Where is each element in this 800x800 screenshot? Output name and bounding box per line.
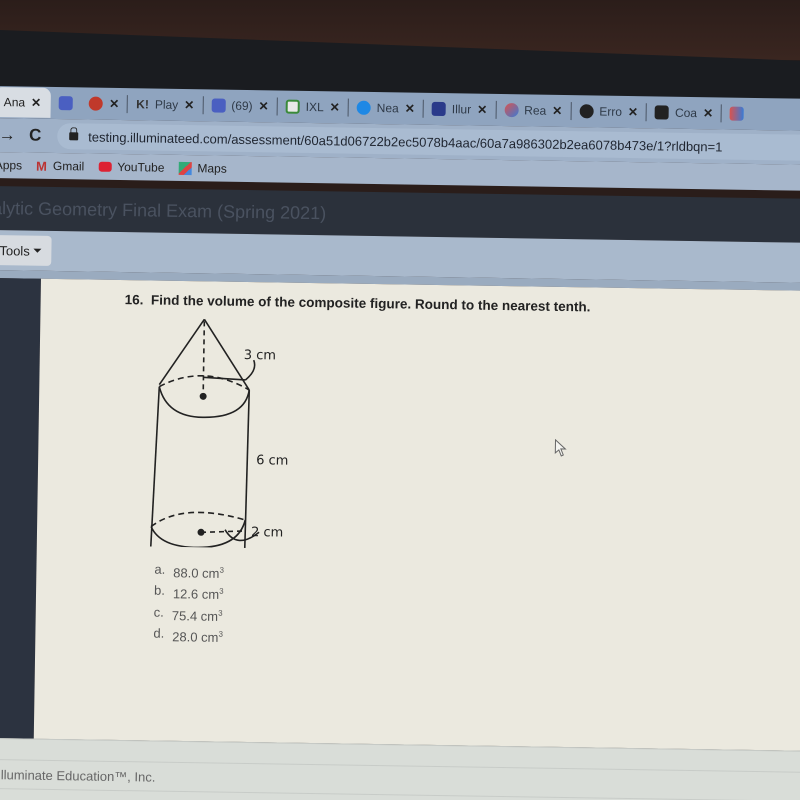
choice-value: 75.4 cm	[171, 607, 219, 624]
choice-value: 12.6 cm	[172, 586, 220, 603]
tab-classroom[interactable]: Coa ✕	[647, 97, 722, 128]
teams-icon	[211, 98, 226, 113]
top-center-dot	[199, 392, 207, 400]
close-tab-icon[interactable]: ✕	[703, 106, 713, 120]
teams-icon	[59, 96, 74, 111]
classroom-icon	[654, 105, 670, 120]
height-label: 6 cm	[256, 453, 288, 469]
tab-extra[interactable]	[722, 98, 752, 128]
browser-window: Ana ✕ ✕ K! Play ✕ (69) ✕ IXL ✕ Nea ✕ Ill…	[0, 86, 800, 800]
tab-label: Illur	[451, 102, 472, 117]
cubic-exponent: 3	[218, 629, 224, 639]
ixl-icon	[285, 99, 300, 114]
close-tab-icon[interactable]: ✕	[259, 99, 269, 113]
tab-illuminate[interactable]: Illur ✕	[424, 94, 496, 125]
choice-value: 88.0 cm	[173, 565, 220, 581]
question-number: 16.	[124, 292, 144, 308]
illuminate-icon	[431, 101, 446, 117]
kahoot-icon: K!	[136, 97, 149, 112]
tools-dropdown[interactable]: Tools	[0, 234, 53, 266]
tab-label: Play	[154, 97, 179, 112]
caret-down-icon	[33, 248, 42, 253]
cylinder-right-edge	[243, 390, 251, 549]
tab-label: Nea	[376, 101, 399, 116]
tab-ana[interactable]: Ana ✕	[0, 86, 52, 118]
choice-d[interactable]: d. 28.0 cm3	[153, 625, 223, 647]
tab-label: IXL	[305, 99, 324, 115]
question-text: Find the volume of the composite figure.…	[150, 292, 591, 315]
nearpod-icon	[356, 100, 371, 115]
tab-label: (69)	[231, 98, 253, 114]
close-tab-icon[interactable]: ✕	[31, 96, 41, 110]
bookmark-label: Gmail	[52, 158, 85, 174]
top-radius-tick	[203, 376, 246, 381]
tab-red[interactable]: ✕	[81, 88, 128, 119]
choice-b[interactable]: b. 12.6 cm3	[154, 582, 224, 604]
bottom-back-ellipse	[150, 511, 246, 528]
choice-c[interactable]: c. 75.4 cm3	[154, 603, 224, 625]
url-text: testing.illuminateed.com/assessment/60a5…	[88, 128, 723, 154]
cone-height-line	[202, 321, 206, 396]
photo-of-screen: Ana ✕ ✕ K! Play ✕ (69) ✕ IXL ✕ Nea ✕ Ill…	[0, 0, 800, 800]
tab-teams-69[interactable]: (69) ✕	[203, 90, 277, 121]
close-tab-icon[interactable]: ✕	[628, 105, 638, 119]
tab-read[interactable]: Rea ✕	[496, 95, 571, 126]
reload-button[interactable]: C	[21, 125, 49, 145]
footer-bar: Illuminate Education™, Inc.	[0, 758, 800, 800]
close-tab-icon[interactable]: ✕	[405, 101, 415, 115]
tab-teams[interactable]	[51, 88, 81, 118]
maps-icon	[178, 161, 192, 175]
read-icon	[504, 103, 519, 118]
gmail-icon: M	[35, 158, 48, 174]
close-tab-icon[interactable]: ✕	[184, 98, 194, 112]
red-circle-icon	[89, 96, 104, 111]
cubic-exponent: 3	[218, 608, 223, 618]
tab-label: Ana	[3, 95, 26, 110]
question-panel: 16. Find the volume of the composite fig…	[33, 278, 800, 751]
tab-kahoot[interactable]: K! Play ✕	[128, 89, 203, 120]
tab-label: Erro	[599, 104, 623, 119]
tab-nearpod[interactable]: Nea ✕	[349, 93, 424, 124]
choice-letter: d.	[153, 625, 165, 641]
bookmark-label: Apps	[0, 158, 23, 173]
forward-button[interactable]: →	[0, 125, 21, 145]
tab-label: Rea	[524, 103, 547, 118]
exam-title: alytic Geometry Final Exam (Spring 2021)	[0, 197, 327, 224]
globe-icon	[579, 104, 594, 119]
cubic-exponent: 3	[219, 586, 224, 596]
top-front-ellipse	[158, 386, 251, 419]
radius-label: 2 cm	[251, 525, 283, 541]
close-tab-icon[interactable]: ✕	[109, 97, 119, 111]
bookmark-maps[interactable]: Maps	[178, 161, 227, 176]
tools-label: Tools	[0, 242, 30, 259]
lock-icon	[69, 132, 79, 141]
tab-label: Coa	[674, 105, 698, 121]
close-tab-icon[interactable]: ✕	[330, 100, 340, 114]
footer-copyright: Illuminate Education™, Inc.	[0, 766, 156, 785]
tab-error[interactable]: Erro ✕	[571, 96, 646, 127]
bottom-center-dot	[197, 528, 205, 536]
choice-value: 28.0 cm	[172, 629, 219, 645]
question-prompt: 16. Find the volume of the composite fig…	[125, 292, 591, 314]
choice-letter: c.	[153, 604, 165, 620]
youtube-icon	[98, 161, 112, 172]
slant-label: 3 cm	[244, 348, 276, 364]
bookmark-label: YouTube	[117, 159, 165, 175]
cylinder-left-edge	[149, 386, 161, 547]
tab-favicon	[729, 106, 745, 121]
close-tab-icon[interactable]: ✕	[552, 104, 562, 118]
choice-letter: b.	[153, 582, 166, 599]
choice-a[interactable]: a. 88.0 cm3	[154, 561, 224, 583]
answer-choices: a. 88.0 cm3 b. 12.6 cm3 c. 75.4 cm3 d. 2…	[153, 561, 224, 647]
choice-letter: a.	[154, 561, 166, 577]
bookmark-youtube[interactable]: YouTube	[98, 159, 165, 175]
composite-figure: 3 cm 6 cm 2 cm	[149, 318, 288, 549]
bookmark-gmail[interactable]: M Gmail	[36, 158, 84, 174]
close-tab-icon[interactable]: ✕	[477, 103, 487, 117]
bookmark-apps[interactable]: Apps	[0, 158, 22, 172]
cubic-exponent: 3	[219, 565, 225, 575]
tab-ixl[interactable]: IXL ✕	[277, 91, 348, 122]
bookmark-label: Maps	[197, 161, 227, 176]
mouse-cursor-icon	[554, 438, 567, 457]
